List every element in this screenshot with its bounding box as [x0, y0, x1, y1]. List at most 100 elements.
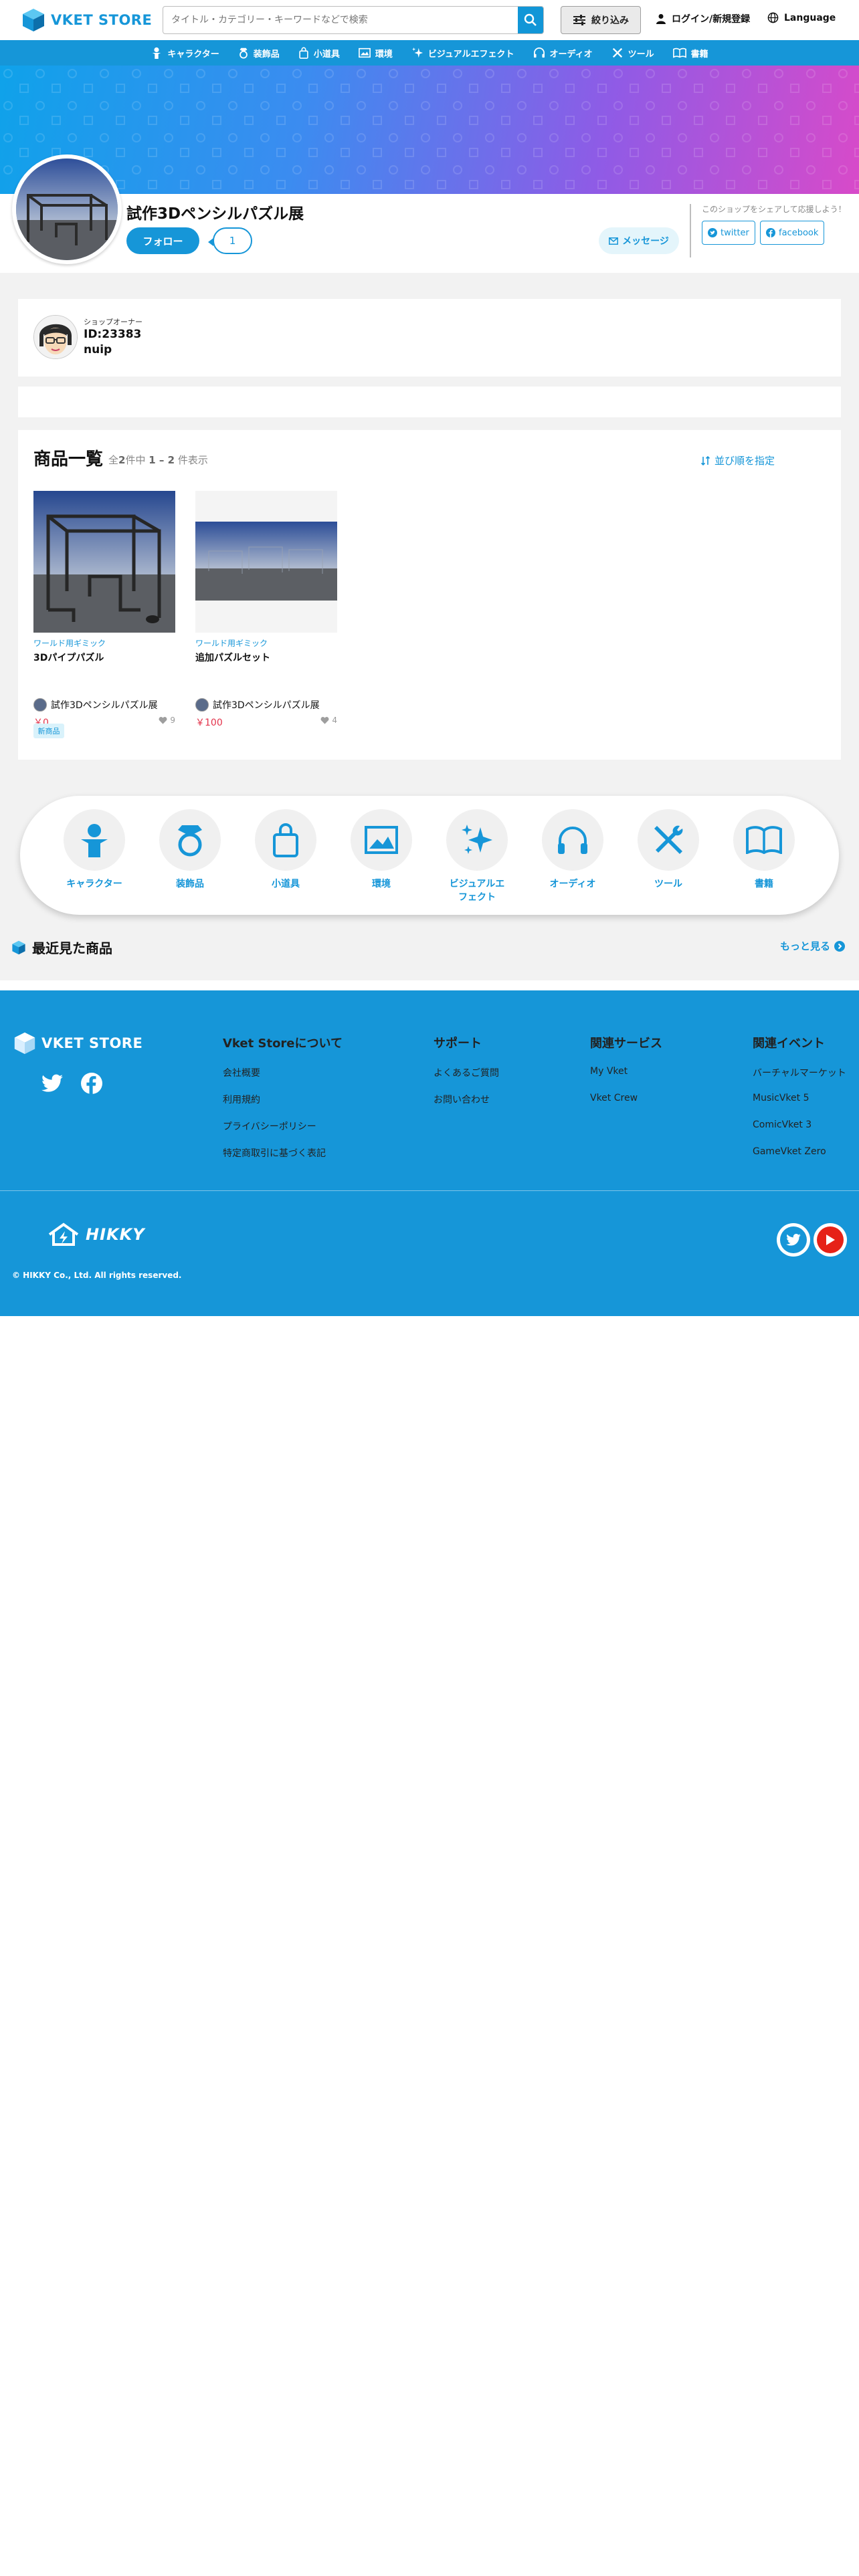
owner-avatar[interactable]	[33, 315, 78, 359]
ring-icon	[239, 47, 248, 59]
nav-item-tools[interactable]: ツール	[602, 40, 664, 66]
product-name[interactable]: 3Dパイプパズル	[33, 651, 175, 664]
like-count[interactable]: 4	[320, 716, 337, 725]
hikky-logo[interactable]: HIKKY	[47, 1222, 145, 1247]
product-thumbnail[interactable]	[195, 491, 337, 633]
footer-link[interactable]: お問い合わせ	[434, 1093, 499, 1105]
footer-link[interactable]: ComicVket 3	[753, 1119, 846, 1130]
category-nav: キャラクター 装飾品 小道具 環境 ビジュアルエフェクト オーディオ ツール 書…	[0, 40, 859, 66]
bag-icon	[299, 47, 308, 59]
product-card[interactable]: ワールド用ギミック 3Dパイプパズル 試作3Dペンシルパズル展 ￥0 9	[33, 491, 175, 745]
nav-label: ツール	[628, 49, 654, 60]
filter-button[interactable]: 絞り込み	[561, 6, 641, 34]
footer-link[interactable]: My Vket	[590, 1066, 662, 1077]
product-thumbnail[interactable]	[33, 491, 175, 633]
top-bar: VKET STORE 絞り込み ログイン/新規登録 Language	[0, 0, 859, 40]
category-label: ツール	[654, 879, 682, 889]
category-props[interactable]: 小道具	[246, 809, 326, 891]
facebook-icon[interactable]	[81, 1073, 102, 1094]
shop-description-card	[18, 387, 841, 417]
footer-divider	[0, 1190, 859, 1191]
footer-col-title: 関連サービス	[590, 1037, 662, 1051]
character-icon	[81, 824, 108, 857]
footer-link[interactable]: バーチャルマーケット	[753, 1066, 846, 1079]
follow-button[interactable]: フォロー	[126, 227, 199, 254]
footer-twitter-button[interactable]	[777, 1223, 810, 1257]
twitter-icon[interactable]	[41, 1074, 63, 1093]
footer-link[interactable]: プライバシーポリシー	[223, 1119, 343, 1132]
message-button[interactable]: メッセージ	[599, 227, 679, 254]
shop-avatar-image	[16, 158, 118, 260]
book-icon	[746, 826, 782, 854]
ring-icon	[178, 825, 202, 857]
footer-youtube-button[interactable]	[814, 1223, 847, 1257]
footer-link[interactable]: Vket Crew	[590, 1093, 662, 1103]
footer-link[interactable]: 特定商取引に基づく表記	[223, 1146, 343, 1159]
product-category[interactable]: ワールド用ギミック	[195, 637, 337, 649]
nav-label: ビジュアルエフェクト	[427, 49, 514, 60]
footer-link[interactable]: 利用規約	[223, 1093, 343, 1105]
shop-avatar	[12, 154, 122, 264]
product-category[interactable]: ワールド用ギミック	[33, 637, 175, 649]
footer-link[interactable]: 会社概要	[223, 1066, 343, 1079]
share-facebook-button[interactable]: facebook	[760, 221, 825, 245]
category-environment[interactable]: 環境	[341, 809, 421, 891]
cube-logo-icon	[23, 9, 44, 31]
recent-heading: 最近見た商品	[11, 938, 112, 957]
product-image-puzzle-set	[195, 491, 337, 633]
count-mid: 件中	[125, 454, 146, 466]
cube-icon	[12, 940, 25, 954]
product-card[interactable]: ワールド用ギミック 追加パズルセット 試作3Dペンシルパズル展 ￥100 4	[195, 491, 337, 745]
copyright: © HIKKY Co., Ltd. All rights reserved.	[12, 1271, 182, 1280]
footer-col-title: サポート	[434, 1037, 482, 1051]
footer-col-about: Vket Storeについて 会社概要 利用規約 プライバシーポリシー 特定商取…	[223, 1034, 343, 1173]
owner-name[interactable]: nuip	[84, 343, 112, 356]
category-label: キャラクター	[66, 879, 122, 889]
category-icon-circle	[733, 809, 795, 871]
tools-icon	[612, 47, 622, 58]
language-button[interactable]: Language	[767, 12, 836, 23]
search-input[interactable]	[163, 7, 518, 33]
product-name[interactable]: 追加パズルセット	[195, 651, 337, 664]
logo-text: VKET STORE	[51, 12, 153, 28]
new-product-badge: 新商品	[33, 724, 64, 738]
login-button[interactable]: ログイン/新規登録	[656, 12, 750, 25]
category-icon-circle	[542, 809, 603, 871]
category-vfx[interactable]: ビジュアルエ フェクト	[437, 809, 517, 904]
like-count[interactable]: 9	[159, 716, 175, 725]
category-accessory[interactable]: 装飾品	[150, 809, 230, 891]
nav-item-audio[interactable]: オーディオ	[524, 40, 602, 66]
nav-item-accessory[interactable]: 装飾品	[229, 40, 289, 66]
product-count: 全2件中 1 – 2 件表示	[108, 453, 208, 467]
product-shop[interactable]: 試作3Dペンシルパズル展	[195, 698, 320, 712]
follower-count: 1	[208, 227, 252, 254]
nav-item-environment[interactable]: 環境	[349, 40, 402, 66]
nav-item-character[interactable]: キャラクター	[141, 40, 228, 66]
nav-item-vfx[interactable]: ビジュアルエフェクト	[402, 40, 524, 66]
see-more-link[interactable]: もっと見る	[780, 939, 846, 953]
footer-link[interactable]: よくあるご質問	[434, 1066, 499, 1079]
footer-logo-text: VKET STORE	[41, 1035, 143, 1051]
owner-label: ショップオーナー	[84, 318, 142, 326]
share-twitter-button[interactable]: twitter	[702, 221, 755, 245]
footer-link[interactable]: GameVket Zero	[753, 1146, 846, 1157]
category-books[interactable]: 書籍	[724, 809, 804, 891]
shop-avatar-small	[33, 698, 47, 712]
footer-logo[interactable]: VKET STORE	[12, 1031, 142, 1056]
owner-avatar-image	[34, 316, 77, 358]
category-tools[interactable]: ツール	[628, 809, 708, 891]
nav-label: キャラクター	[167, 49, 219, 60]
nav-item-props[interactable]: 小道具	[289, 40, 349, 66]
footer-link[interactable]: MusicVket 5	[753, 1093, 846, 1103]
login-label: ログイン/新規登録	[672, 14, 751, 25]
category-audio[interactable]: オーディオ	[533, 809, 613, 891]
category-character[interactable]: キャラクター	[54, 809, 134, 891]
category-icon-circle	[446, 809, 508, 871]
product-shop[interactable]: 試作3Dペンシルパズル展	[33, 698, 158, 712]
like-count-value: 9	[170, 716, 175, 725]
search-button[interactable]	[518, 7, 543, 33]
site-logo[interactable]: VKET STORE	[20, 7, 152, 33]
nav-item-books[interactable]: 書籍	[664, 40, 718, 66]
category-label-line1: ビジュアルエ	[449, 879, 505, 889]
sort-button[interactable]: 並び順を指定	[701, 453, 775, 467]
